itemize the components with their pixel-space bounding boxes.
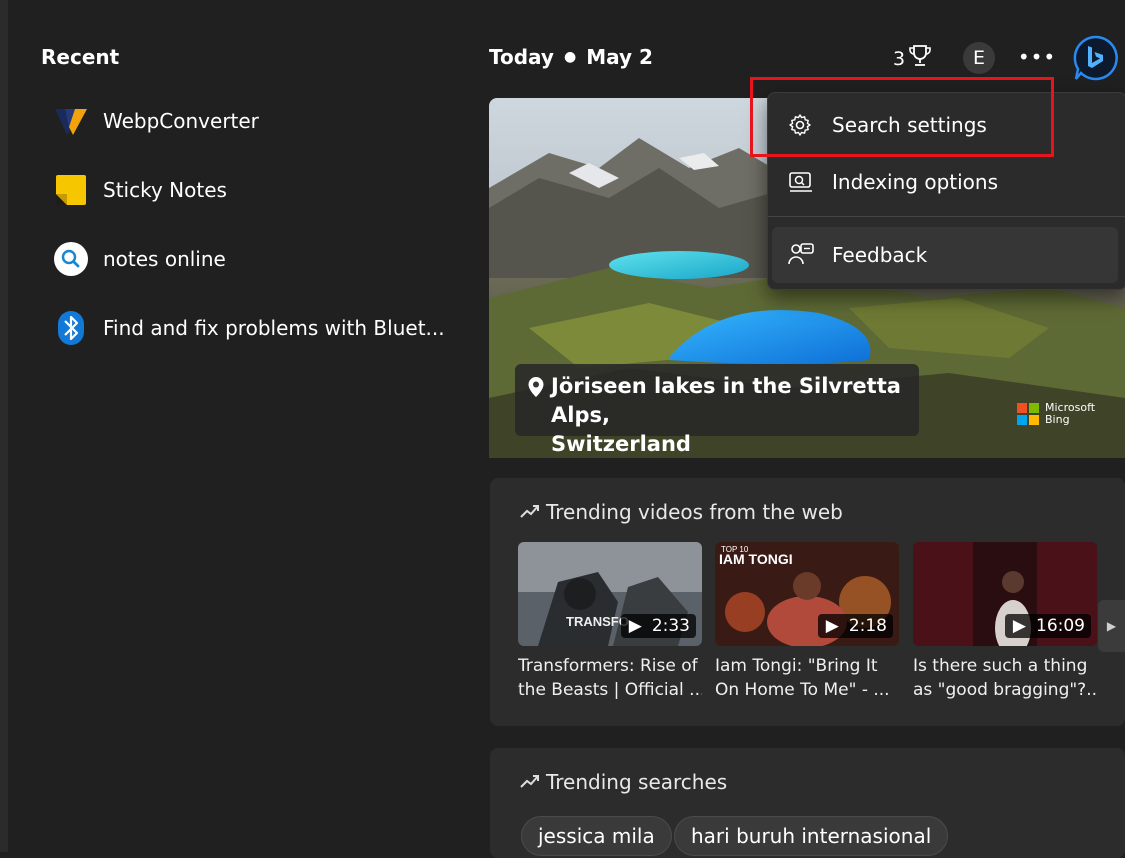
window-edge	[0, 0, 8, 852]
video-title-line-1: Transformers: Rise of	[518, 656, 698, 676]
separator-dot: ●	[563, 49, 577, 65]
recent-item-label: notes online	[103, 247, 226, 271]
svg-text:IAM TONGI: IAM TONGI	[719, 551, 793, 567]
video-thumbnail: ▶ 16:09	[913, 542, 1097, 646]
rewards-button[interactable]: 3	[893, 44, 931, 73]
video-title-line-2: as "good bragging"?...	[913, 680, 1097, 700]
bing-chat-button[interactable]	[1072, 35, 1118, 81]
bluetooth-icon	[53, 310, 89, 346]
more-options-button[interactable]: •••	[1017, 40, 1057, 74]
trending-search-pill[interactable]: hari buruh internasional	[674, 816, 949, 856]
svg-text:TRANSFO: TRANSFO	[566, 614, 629, 629]
menu-item-label: Indexing options	[832, 170, 999, 194]
menu-item-feedback[interactable]: Feedback	[772, 227, 1118, 283]
webpconverter-app-icon	[53, 103, 89, 139]
microsoft-bing-brand: Microsoft Bing	[1017, 402, 1095, 426]
duration-text: 2:18	[848, 616, 887, 636]
video-thumbnail: TRANSFO ▶ 2:33	[518, 542, 702, 646]
play-icon: ▶	[628, 616, 642, 636]
trending-arrow-icon	[520, 770, 540, 794]
recent-item-label: WebpConverter	[103, 109, 259, 133]
recent-item-label: Sticky Notes	[103, 178, 227, 202]
sticky-notes-icon	[53, 172, 89, 208]
duration-text: 16:09	[1036, 616, 1085, 636]
hero-caption[interactable]: Jöriseen lakes in the Silvretta Alps, Sw…	[515, 364, 919, 456]
location-pin-icon	[527, 376, 545, 406]
trending-searches-title-text: Trending searches	[546, 770, 728, 794]
trending-arrow-icon	[520, 500, 540, 524]
video-duration: ▶ 2:18	[817, 614, 893, 638]
chevron-right-icon: ▶	[1106, 619, 1117, 633]
recent-item-notes-online[interactable]: notes online	[53, 234, 226, 284]
hero-caption-line-2: Switzerland	[551, 432, 691, 456]
recent-item-webpconverter[interactable]: WebpConverter	[53, 96, 259, 146]
video-title-line-1: Iam Tongi: "Bring It	[715, 656, 878, 676]
trending-searches-title: Trending searches	[520, 770, 727, 794]
hero-caption-line-1: Jöriseen lakes in the Silvretta Alps,	[551, 374, 901, 427]
menu-item-indexing-options[interactable]: Indexing options	[768, 154, 1125, 210]
date-label: May 2	[586, 45, 653, 69]
duration-text: 2:33	[651, 616, 690, 636]
today-label: Today	[489, 45, 554, 69]
recent-item-bluetooth-troubleshooter[interactable]: Find and fix problems with Bluet...	[53, 303, 445, 353]
menu-divider	[768, 216, 1125, 217]
video-title-line-2: On Home To Me" - ...	[715, 680, 890, 700]
video-card-3[interactable]: ▶ 16:09 Is there such a thing as "good b…	[913, 542, 1097, 702]
trending-videos-title: Trending videos from the web	[520, 500, 843, 524]
more-icon: •••	[1017, 45, 1057, 69]
video-card-1[interactable]: TRANSFO ▶ 2:33 Transformers: Rise of the…	[518, 542, 702, 702]
account-avatar[interactable]: E	[963, 42, 995, 74]
recent-title: Recent	[41, 45, 120, 69]
trending-videos-title-text: Trending videos from the web	[546, 500, 843, 524]
video-title: Iam Tongi: "Bring It On Home To Me" - ..…	[715, 654, 899, 702]
play-icon: ▶	[1012, 616, 1026, 636]
microsoft-logo-icon	[1017, 403, 1039, 425]
date-header: Today ● May 2	[489, 45, 653, 69]
video-title: Is there such a thing as "good bragging"…	[913, 654, 1097, 702]
brand-line-2: Bing	[1045, 413, 1070, 426]
video-title-line-2: the Beasts | Official ...	[518, 680, 702, 700]
indexing-icon	[788, 170, 832, 194]
rewards-count: 3	[893, 47, 906, 70]
video-duration: ▶ 2:33	[620, 614, 696, 638]
video-duration: ▶ 16:09	[1004, 614, 1091, 638]
bing-chat-icon	[1073, 35, 1118, 81]
video-title-line-1: Is there such a thing	[913, 656, 1088, 676]
highlight-annotation-box	[750, 77, 1054, 157]
recent-item-label: Find and fix problems with Bluet...	[103, 316, 445, 340]
trending-search-pill[interactable]: jessica mila	[521, 816, 672, 856]
video-thumbnail: TOP 10 IAM TONGI ▶ 2:18	[715, 542, 899, 646]
video-title: Transformers: Rise of the Beasts | Offic…	[518, 654, 702, 702]
trophy-icon	[909, 44, 931, 73]
video-card-2[interactable]: TOP 10 IAM TONGI ▶ 2:18 Iam Tongi: "Brin…	[715, 542, 899, 702]
recent-item-sticky-notes[interactable]: Sticky Notes	[53, 165, 227, 215]
web-search-icon	[53, 241, 89, 277]
feedback-icon	[788, 242, 832, 268]
recent-pane: Recent WebpConverter Sticky Notes notes …	[8, 0, 468, 852]
videos-next-button[interactable]: ▶	[1098, 600, 1125, 652]
menu-item-label: Feedback	[832, 243, 928, 267]
play-icon: ▶	[825, 616, 839, 636]
